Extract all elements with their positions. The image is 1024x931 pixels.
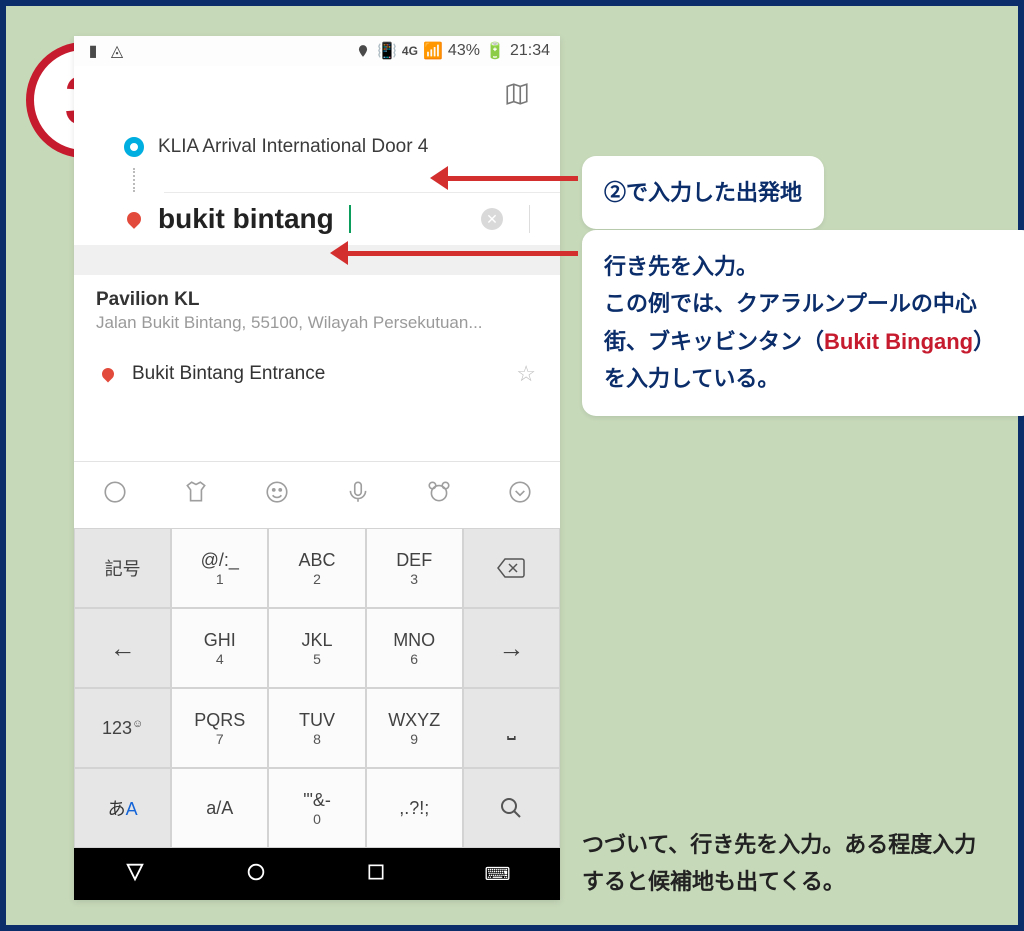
key-lang[interactable]: あA [74, 768, 171, 848]
annotation-box-2: 行き先を入力。 この例では、クアラルンプールの中心街、ブキッビンタン（Bukit… [582, 230, 1024, 416]
route-dots [133, 168, 137, 192]
destination-input[interactable]: bukit bintang [158, 203, 334, 235]
key-2[interactable]: ABC2 [268, 528, 365, 608]
annotation-box-1: ②で入力した出発地 [582, 156, 824, 229]
clear-icon[interactable]: ✕ [481, 208, 503, 230]
separator [529, 205, 530, 233]
suggestion-item[interactable]: Bukit Bintang Entrance ☆ [74, 347, 560, 401]
origin-text: KLIA Arrival International Door 4 [158, 136, 428, 158]
key-9[interactable]: WXYZ9 [366, 688, 463, 768]
text-cursor [349, 205, 351, 233]
sim-icon: ▮ [84, 42, 102, 60]
android-navbar: ⌨ [74, 848, 560, 900]
app-toolbar [74, 66, 560, 126]
annotation-arrow-2 [336, 251, 578, 256]
battery-percent: 43% [448, 42, 480, 60]
suggestion-title: Pavilion KL [96, 289, 538, 311]
nav-keyboard-icon[interactable]: ⌨ [485, 864, 511, 885]
clock: 21:34 [510, 42, 550, 60]
key-backspace[interactable] [463, 528, 560, 608]
key-space[interactable]: ⎵ [463, 688, 560, 768]
key-4[interactable]: GHI4 [171, 608, 268, 688]
wifi-off-icon: ◬ [108, 42, 126, 60]
status-bar: ▮ ◬ 📳 4G 📶 43% 🔋 21:34 [74, 36, 560, 66]
nav-home-icon[interactable] [245, 861, 267, 888]
caption-text: つづいて、行き先を入力。ある程度入力すると候補地も出てくる。 [582, 826, 992, 901]
destination-row[interactable]: bukit bintang ✕ [74, 193, 560, 245]
battery-icon: 🔋 [486, 42, 504, 60]
tb-bear-icon[interactable] [426, 479, 452, 512]
tb-shirt-icon[interactable] [183, 479, 209, 512]
key-0[interactable]: '"&-0 [268, 768, 365, 848]
tb-mic-icon[interactable] [345, 479, 371, 512]
nav-recent-icon[interactable] [366, 862, 386, 887]
key-right[interactable]: → [463, 608, 560, 688]
origin-dot-icon [124, 137, 144, 157]
keyboard: 記号 @/:_1 ABC2 DEF3 ← GHI4 JKL5 MNO6 → 12… [74, 528, 560, 848]
key-punct[interactable]: ,.?!; [366, 768, 463, 848]
location-icon [354, 42, 372, 60]
suggestion-item-label: Bukit Bintang Entrance [132, 363, 325, 385]
key-6[interactable]: MNO6 [366, 608, 463, 688]
key-123[interactable]: 123☺ [74, 688, 171, 768]
annotation-arrow-1 [436, 176, 578, 181]
key-7[interactable]: PQRS7 [171, 688, 268, 768]
key-5[interactable]: JKL5 [268, 608, 365, 688]
tb-collapse-icon[interactable] [507, 479, 533, 512]
key-case[interactable]: a/A [171, 768, 268, 848]
origin-row[interactable]: KLIA Arrival International Door 4 [74, 126, 560, 168]
map-icon[interactable] [504, 81, 530, 112]
suggestion-subtitle: Jalan Bukit Bintang, 55100, Wilayah Pers… [96, 313, 538, 333]
tb-emoji-icon[interactable] [264, 479, 290, 512]
phone-screenshot: ▮ ◬ 📳 4G 📶 43% 🔋 21:34 KLIA Arrival Inte… [74, 36, 560, 900]
key-search[interactable] [463, 768, 560, 848]
network-label: 4G [402, 44, 418, 58]
signal-icon: 📶 [424, 42, 442, 60]
key-1[interactable]: @/:_1 [171, 528, 268, 608]
section-divider [74, 245, 560, 275]
key-3[interactable]: DEF3 [366, 528, 463, 608]
favorite-star-icon[interactable]: ☆ [516, 361, 536, 387]
key-symbol[interactable]: 記号 [74, 528, 171, 608]
nav-back-icon[interactable] [124, 861, 146, 888]
vibrate-icon: 📳 [378, 42, 396, 60]
key-8[interactable]: TUV8 [268, 688, 365, 768]
key-left[interactable]: ← [74, 608, 171, 688]
destination-pin-icon [124, 209, 144, 229]
suggestion-header[interactable]: Pavilion KL Jalan Bukit Bintang, 55100, … [74, 275, 560, 347]
tb-chat-icon[interactable] [102, 479, 128, 512]
suggestion-pin-icon [98, 364, 118, 384]
keyboard-toolbar [74, 461, 560, 528]
